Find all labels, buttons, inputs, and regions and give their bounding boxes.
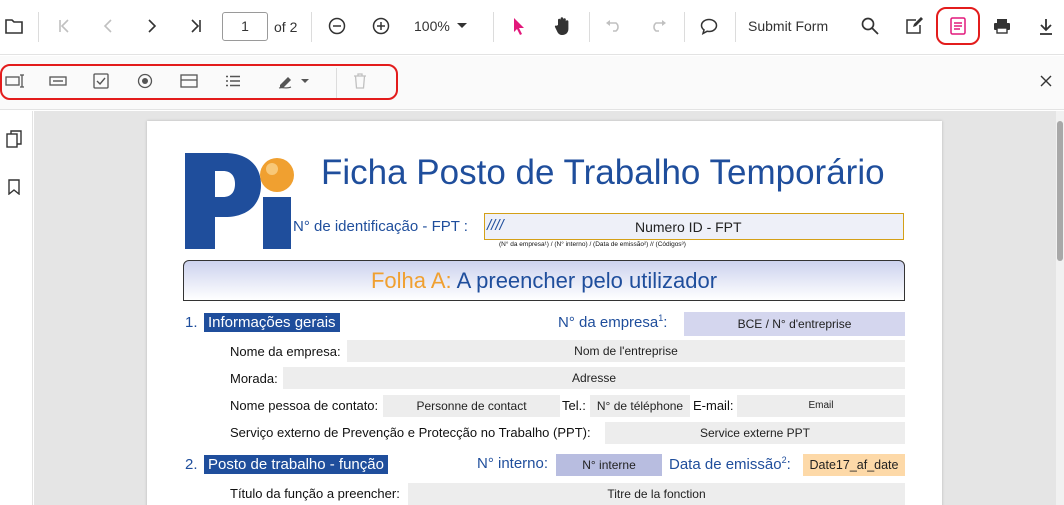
first-page-icon[interactable]	[52, 14, 76, 38]
folha-banner: Folha A: A preencher pelo utilizador	[183, 260, 905, 301]
contato-label: Nome pessoa de contato:	[230, 398, 379, 413]
morada-field[interactable]: Adresse	[283, 367, 905, 389]
chevron-down-icon	[456, 23, 467, 28]
folha-prefix: Folha A:	[370, 268, 452, 293]
document-title: Ficha Posto de Trabalho Temporário	[321, 153, 885, 192]
folha-text: A preencher pelo utilizador	[456, 268, 718, 293]
servico-label: Serviço externo de Prevenção e Protecção…	[230, 425, 591, 440]
previous-page-icon[interactable]	[96, 14, 120, 38]
page-total: of 2	[274, 19, 298, 35]
open-file-icon[interactable]	[2, 14, 26, 38]
form-designer-icon[interactable]	[946, 14, 970, 38]
servico-field[interactable]: Service externe PPT	[605, 422, 905, 444]
interno-field[interactable]: N° interne	[556, 454, 662, 476]
contato-field[interactable]: Personne de contact	[383, 395, 560, 417]
navigation-sidebar	[0, 111, 33, 505]
empresa-field[interactable]: BCE / N° d'entreprise	[684, 312, 905, 336]
delete-field-icon[interactable]	[348, 69, 372, 93]
redo-icon[interactable]	[646, 14, 670, 38]
fpt-slashes: ////	[487, 217, 504, 234]
fpt-value: Numero ID - FPT	[635, 219, 742, 235]
main-toolbar: 1 of 2 100% Submit Form	[0, 0, 1064, 55]
next-page-icon[interactable]	[140, 14, 164, 38]
download-icon[interactable]	[1034, 14, 1058, 38]
password-field-icon[interactable]	[46, 69, 70, 93]
print-icon[interactable]	[990, 14, 1014, 38]
undo-icon[interactable]	[602, 14, 626, 38]
close-icon[interactable]	[1034, 69, 1058, 93]
email-field[interactable]: Email	[737, 395, 905, 417]
data-emissao-label: Data de emissão2:	[669, 455, 791, 473]
section1-number: 1.	[185, 314, 198, 331]
bookmark-icon[interactable]	[2, 175, 26, 199]
zoom-value: 100%	[414, 18, 450, 34]
dropdown-field-icon[interactable]	[177, 69, 201, 93]
titulo-field[interactable]: Titre de la fonction	[408, 483, 905, 505]
signature-field-dropdown[interactable]	[272, 69, 314, 93]
morada-label: Morada:	[230, 371, 278, 386]
tel-label: Tel.:	[562, 398, 586, 413]
scrollbar-thumb[interactable]	[1057, 121, 1063, 261]
form-designer-toolbar	[0, 56, 1064, 110]
nome-field[interactable]: Nom de l'entreprise	[347, 340, 905, 362]
fpt-hint: (N° da empresa¹) / (N° interno) / (Data …	[499, 241, 686, 248]
titulo-label: Título da função a preencher:	[230, 486, 400, 501]
section1-title: Informações gerais	[204, 313, 340, 332]
submit-form-button[interactable]: Submit Form	[748, 18, 828, 34]
page-number-input[interactable]: 1	[222, 12, 268, 41]
annotation-edit-icon[interactable]	[902, 14, 926, 38]
company-logo	[183, 145, 295, 251]
listbox-field-icon[interactable]	[221, 69, 245, 93]
empresa-label: N° da empresa1:	[558, 313, 668, 331]
zoom-in-icon[interactable]	[369, 14, 393, 38]
page-thumbnails-icon[interactable]	[2, 127, 26, 151]
comment-icon[interactable]	[697, 14, 721, 38]
radio-field-icon[interactable]	[133, 69, 157, 93]
section2-title: Posto de trabalho - função	[204, 455, 388, 474]
nome-label: Nome da empresa:	[230, 344, 341, 359]
selection-tool-icon[interactable]	[507, 14, 531, 38]
zoom-out-icon[interactable]	[325, 14, 349, 38]
last-page-icon[interactable]	[184, 14, 208, 38]
tel-field[interactable]: N° de téléphone	[590, 395, 690, 417]
interno-label: N° interno:	[477, 455, 549, 472]
textbox-field-icon[interactable]	[3, 69, 27, 93]
document-viewer[interactable]: Ficha Posto de Trabalho Temporário N° de…	[34, 111, 1056, 505]
fpt-field[interactable]: //// Numero ID - FPT	[484, 213, 904, 240]
pan-tool-icon[interactable]	[551, 14, 575, 38]
data-emissao-field[interactable]: Date17_af_date	[803, 454, 905, 476]
pdf-page: Ficha Posto de Trabalho Temporário N° de…	[147, 121, 942, 505]
checkbox-field-icon[interactable]	[89, 69, 113, 93]
vertical-scrollbar[interactable]	[1056, 111, 1064, 505]
chevron-down-icon	[301, 78, 309, 83]
signature-pen-icon	[278, 77, 292, 89]
zoom-dropdown[interactable]: 100%	[414, 14, 478, 38]
search-icon[interactable]	[858, 14, 882, 38]
fpt-label: N° de identificação - FPT :	[293, 218, 468, 235]
email-label: E-mail:	[693, 398, 734, 413]
section2-number: 2.	[185, 456, 198, 473]
